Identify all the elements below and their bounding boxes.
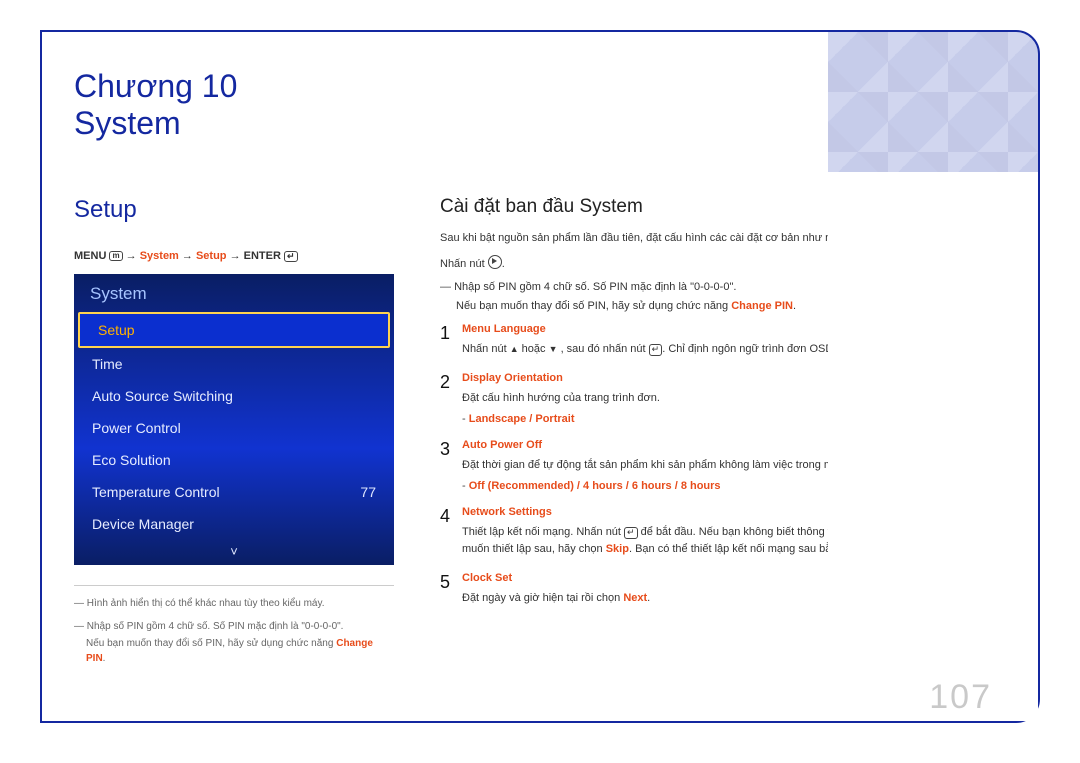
step-number: 3 <box>440 439 462 498</box>
osd-menu-item: Time <box>74 348 394 380</box>
osd-menu-more-icon: ˅ <box>74 540 394 565</box>
osd-menu-item: Power Control <box>74 412 394 444</box>
enter-icon <box>624 526 638 538</box>
down-icon <box>549 343 558 355</box>
setup-heading: Setup <box>74 196 394 224</box>
manual-page: Chương 10 System Setup MENU m → System →… <box>0 0 1080 763</box>
osd-menu-title: System <box>74 274 394 312</box>
chapter-kicker: Chương 10 <box>74 68 237 104</box>
osd-menu-item: Auto Source Switching <box>74 380 394 412</box>
step-number: 1 <box>440 323 462 364</box>
footnote: ― Nhập số PIN gồm 4 chữ số. Số PIN mặc đ… <box>74 619 394 634</box>
step-number: 2 <box>440 372 462 431</box>
osd-menu-item: Eco Solution <box>74 444 394 476</box>
chapter-title: System <box>74 105 181 141</box>
content-frame: Chương 10 System Setup MENU m → System →… <box>40 30 1040 723</box>
play-icon <box>488 255 502 269</box>
menu-icon: m <box>109 251 122 261</box>
divider <box>74 585 394 586</box>
page-number: 107 <box>929 678 992 717</box>
step-number: 4 <box>440 506 462 564</box>
up-icon <box>510 343 519 355</box>
left-column: Setup MENU m → System → Setup → ENTER Sy… <box>74 196 394 675</box>
osd-menu-item: Device Manager <box>74 508 394 540</box>
footnote: Nếu bạn muốn thay đổi số PIN, hãy sử dụn… <box>74 636 394 666</box>
osd-menu-item: Temperature Control77 <box>74 476 394 508</box>
footnote: ― Hình ảnh hiển thị có thể khác nhau tùy… <box>74 596 394 611</box>
breadcrumb: MENU m → System → Setup → ENTER <box>74 250 394 263</box>
osd-menu-item: Setup <box>78 312 390 348</box>
enter-icon <box>284 250 298 262</box>
enter-icon <box>649 343 663 355</box>
step-number: 5 <box>440 572 462 613</box>
osd-menu-panel: System SetupTimeAuto Source SwitchingPow… <box>74 274 394 565</box>
